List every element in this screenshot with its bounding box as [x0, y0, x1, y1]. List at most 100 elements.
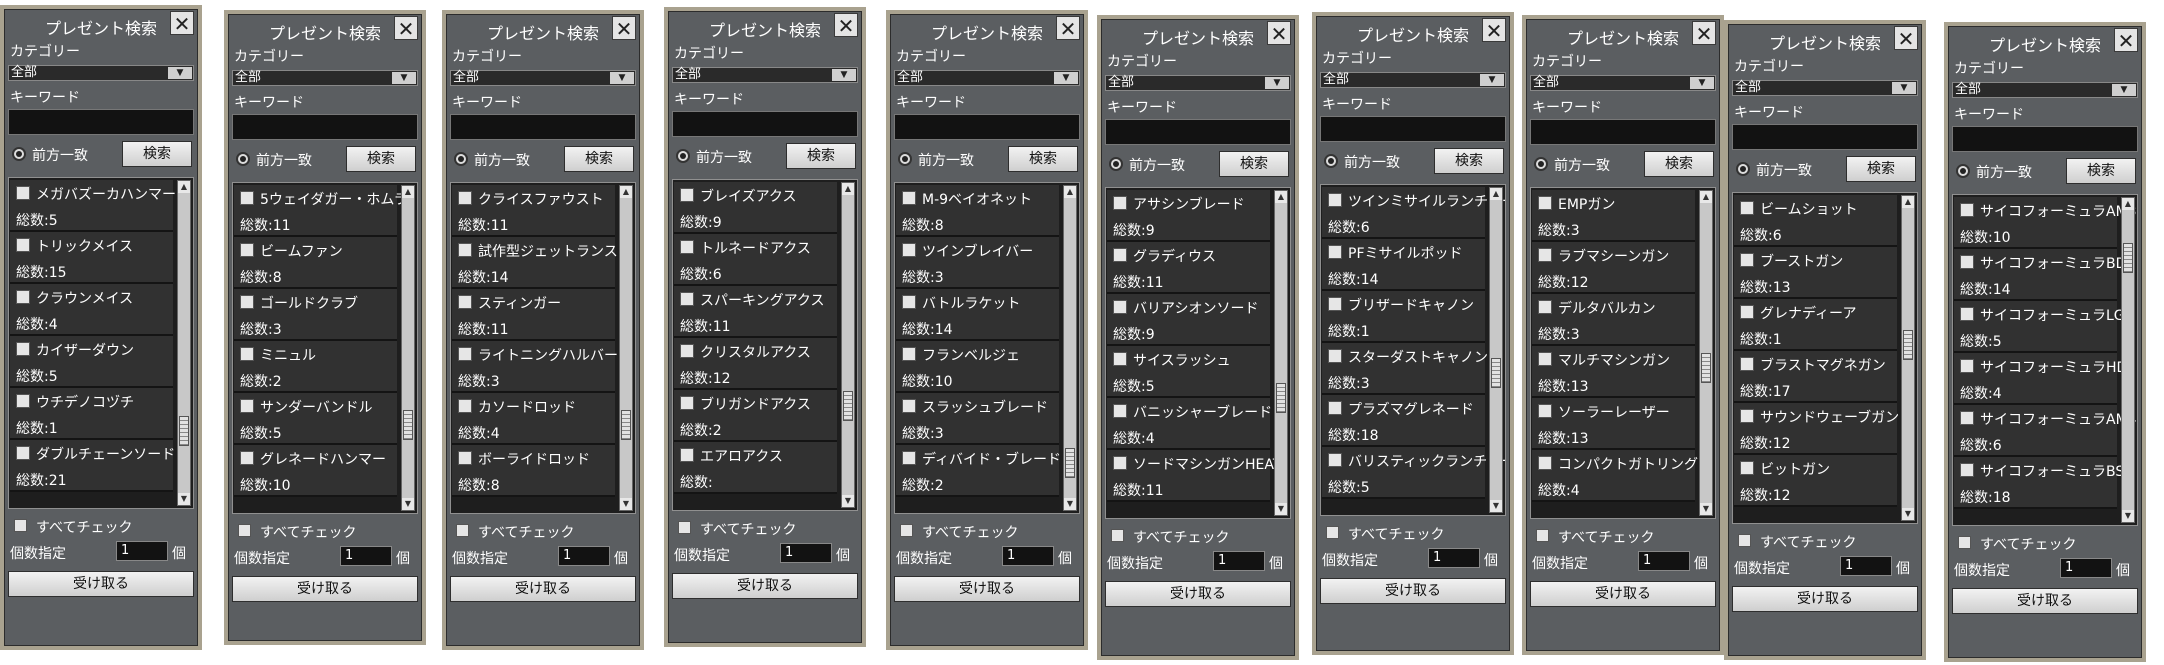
prefix-match-radio[interactable] [1324, 154, 1338, 168]
scroll-thumb[interactable] [621, 410, 631, 440]
receive-button[interactable]: 受け取る [1952, 588, 2138, 614]
keyword-input[interactable] [1320, 116, 1506, 142]
scroll-thumb[interactable] [1903, 330, 1913, 360]
item-checkbox[interactable] [458, 191, 472, 205]
list-item[interactable]: エアロアクス 総数: [674, 442, 837, 494]
list-item[interactable]: ビームショット 総数:6 [1734, 195, 1897, 247]
quantity-input[interactable]: 1 [780, 543, 832, 563]
item-checkbox[interactable] [240, 191, 254, 205]
item-checkbox[interactable] [16, 238, 30, 252]
keyword-input[interactable] [450, 114, 636, 140]
close-icon[interactable]: ✕ [1056, 16, 1080, 41]
list-item[interactable]: ゴールドクラブ 総数:3 [234, 289, 397, 341]
list-scrollbar[interactable]: ▲ ▼ [1901, 195, 1915, 521]
prefix-match-radio[interactable] [236, 152, 250, 166]
chevron-down-icon[interactable]: ▼ [1265, 77, 1289, 89]
item-checkbox[interactable] [1538, 352, 1552, 366]
search-button[interactable]: 検索 [1434, 148, 1504, 174]
item-checkbox[interactable] [240, 243, 254, 257]
category-select[interactable]: 全部 ▼ [1320, 72, 1506, 88]
list-item[interactable]: コンパクトガトリング 総数:4 [1532, 450, 1698, 502]
category-select[interactable]: 全部 ▼ [1952, 82, 2138, 98]
item-checkbox[interactable] [1538, 196, 1552, 210]
keyword-input[interactable] [894, 114, 1080, 140]
item-checkbox[interactable] [1740, 201, 1754, 215]
close-icon[interactable]: ✕ [834, 13, 858, 38]
item-checkbox[interactable] [1328, 245, 1342, 259]
item-checkbox[interactable] [16, 290, 30, 304]
item-checkbox[interactable] [1960, 411, 1974, 425]
item-checkbox[interactable] [458, 347, 472, 361]
item-checkbox[interactable] [1328, 193, 1342, 207]
list-item[interactable]: 5ウェイダガー・ホムラ 総数:11 [234, 185, 408, 237]
scroll-thumb[interactable] [2123, 243, 2133, 273]
search-button[interactable]: 検索 [786, 143, 856, 169]
list-item[interactable]: スパーキングアクス 総数:11 [674, 286, 837, 338]
list-item[interactable]: フランベルジェ 総数:10 [896, 341, 1059, 393]
check-all-checkbox[interactable] [1326, 526, 1339, 539]
list-item[interactable]: ウチデノコヅチ 総数:1 [10, 388, 173, 440]
list-item[interactable]: サウンドウェーブガン 総数:12 [1734, 403, 1899, 455]
item-checkbox[interactable] [1960, 307, 1974, 321]
receive-button[interactable]: 受け取る [1105, 581, 1291, 607]
item-checkbox[interactable] [458, 295, 472, 309]
item-checkbox[interactable] [1113, 300, 1127, 314]
list-scrollbar[interactable]: ▲ ▼ [841, 182, 855, 508]
list-item[interactable]: サイコフォーミュラBD2 総数:14 [1954, 249, 2135, 301]
list-item[interactable]: スラッシュブレード 総数:3 [896, 393, 1059, 445]
item-checkbox[interactable] [16, 186, 30, 200]
search-button[interactable]: 検索 [2066, 158, 2136, 184]
item-checkbox[interactable] [902, 347, 916, 361]
scroll-thumb[interactable] [1065, 448, 1075, 478]
close-icon[interactable]: ✕ [1692, 21, 1716, 46]
item-checkbox[interactable] [240, 451, 254, 465]
item-checkbox[interactable] [1960, 463, 1974, 477]
category-select[interactable]: 全部 ▼ [894, 70, 1080, 86]
list-item[interactable]: ダブルチェーンソード 総数:21 [10, 440, 175, 492]
scroll-down-icon[interactable]: ▼ [620, 498, 632, 510]
keyword-input[interactable] [232, 114, 418, 140]
category-select[interactable]: 全部 ▼ [1530, 75, 1716, 91]
check-all-checkbox[interactable] [1958, 536, 1971, 549]
quantity-input[interactable]: 1 [1002, 546, 1054, 566]
list-item[interactable]: ツインミサイルランチャー 総数:6 [1322, 187, 1505, 239]
scroll-down-icon[interactable]: ▼ [1700, 503, 1712, 515]
scroll-thumb[interactable] [843, 391, 853, 421]
item-checkbox[interactable] [1328, 401, 1342, 415]
item-checkbox[interactable] [1113, 456, 1127, 470]
search-button[interactable]: 検索 [1219, 151, 1289, 177]
item-checkbox[interactable] [902, 295, 916, 309]
scroll-up-icon[interactable]: ▲ [620, 186, 632, 198]
list-item[interactable]: ディバイド・ブレード 総数:2 [896, 445, 1061, 497]
list-item[interactable]: サイコフォーミュラBS2 総数:18 [1954, 457, 2133, 509]
scroll-down-icon[interactable]: ▼ [178, 493, 190, 505]
keyword-input[interactable] [672, 111, 858, 137]
item-checkbox[interactable] [240, 347, 254, 361]
prefix-match-radio[interactable] [1956, 164, 1970, 178]
list-item[interactable]: アサシンブレード 総数:9 [1107, 190, 1270, 242]
scroll-up-icon[interactable]: ▲ [1700, 191, 1712, 203]
keyword-input[interactable] [1732, 124, 1918, 150]
item-checkbox[interactable] [16, 446, 30, 460]
category-select[interactable]: 全部 ▼ [450, 70, 636, 86]
receive-button[interactable]: 受け取る [1530, 581, 1716, 607]
scroll-up-icon[interactable]: ▲ [1902, 196, 1914, 208]
item-checkbox[interactable] [1113, 196, 1127, 210]
chevron-down-icon[interactable]: ▼ [1054, 72, 1078, 84]
keyword-input[interactable] [8, 109, 194, 135]
scroll-down-icon[interactable]: ▼ [2122, 510, 2134, 522]
chevron-down-icon[interactable]: ▼ [1892, 82, 1916, 94]
item-checkbox[interactable] [1113, 248, 1127, 262]
item-checkbox[interactable] [1538, 404, 1552, 418]
prefix-match-radio[interactable] [1534, 157, 1548, 171]
chevron-down-icon[interactable]: ▼ [610, 72, 634, 84]
category-select[interactable]: 全部 ▼ [672, 67, 858, 83]
scroll-thumb[interactable] [1491, 358, 1501, 388]
receive-button[interactable]: 受け取る [894, 576, 1080, 602]
list-scrollbar[interactable]: ▲ ▼ [619, 185, 633, 511]
check-all-checkbox[interactable] [678, 521, 691, 534]
item-checkbox[interactable] [680, 292, 694, 306]
close-icon[interactable]: ✕ [2114, 28, 2138, 53]
item-checkbox[interactable] [240, 295, 254, 309]
scroll-up-icon[interactable]: ▲ [178, 181, 190, 193]
